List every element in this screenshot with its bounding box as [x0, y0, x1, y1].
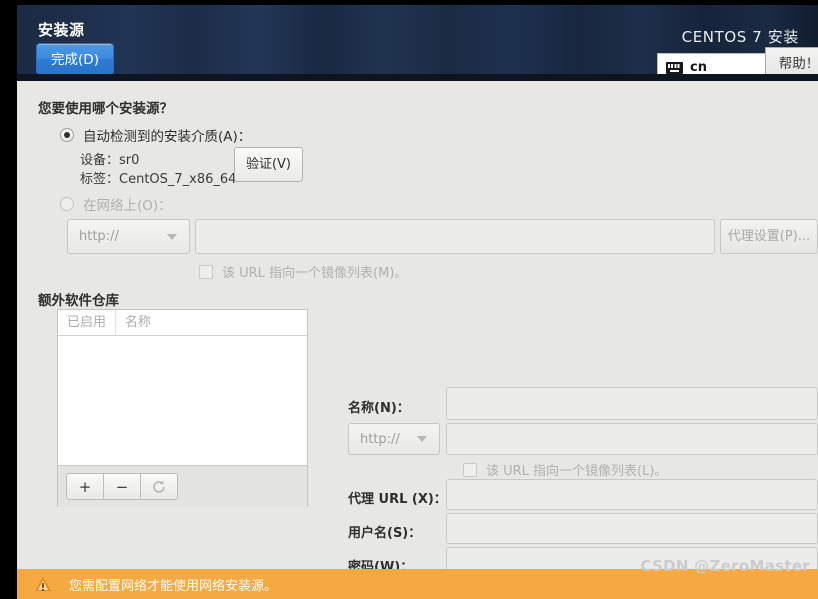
network-mirrorlist-label: 该 URL 指向一个镜像列表(M)。 — [222, 266, 408, 281]
repo-username-label: 用户名(S)： — [348, 526, 422, 541]
chevron-down-icon-repo — [417, 436, 427, 442]
source-question-label: 您要使用哪个安装源？ — [38, 101, 173, 117]
repo-column-enabled: 已启用 — [58, 310, 116, 335]
refresh-icon — [153, 479, 165, 493]
network-mirrorlist-checkbox[interactable] — [199, 264, 213, 279]
remove-repo-button[interactable]: − — [103, 473, 141, 500]
network-url-input[interactable] — [195, 219, 715, 254]
header-bar: 安装源 完成(D) CENTOS 7 安装 cn 帮助！ — [17, 5, 818, 81]
repo-protocol-value: http:// — [360, 431, 400, 447]
repo-list-toolbar: + − — [58, 465, 307, 507]
device-line: 设备：sr0 — [80, 153, 140, 168]
auto-detect-radio-row[interactable]: 自动检测到的安装介质(A)： — [60, 125, 251, 145]
screen: 安装源 完成(D) CENTOS 7 安装 cn 帮助！ 您要使用哪个安装源？ … — [0, 0, 818, 599]
network-protocol-value: http:// — [79, 229, 119, 244]
keyboard-icon — [666, 61, 683, 74]
warning-triangle-icon — [35, 577, 51, 591]
watermark: CSDN @ZeroMaster — [640, 557, 810, 575]
network-mirrorlist-row[interactable]: 该 URL 指向一个镜像列表(M)。 — [199, 262, 407, 281]
device-label-line: 标签：CentOS_7_x86_64 — [80, 172, 237, 187]
device-info-block: 设备：sr0 标签：CentOS_7_x86_64 — [80, 151, 236, 189]
warning-message: 您需配置网络才能使用网络安装源。 — [69, 578, 278, 594]
help-button[interactable]: 帮助！ — [765, 47, 818, 81]
network-label: 在网络上(O)： — [83, 198, 172, 214]
installer-window: 安装源 完成(D) CENTOS 7 安装 cn 帮助！ 您要使用哪个安装源？ … — [17, 5, 818, 599]
repo-list-header: 已启用 名称 — [58, 310, 307, 336]
content-area: 您要使用哪个安装源？ 自动检测到的安装介质(A)： 设备：sr0 标签：Cent… — [17, 81, 818, 578]
network-radio-row[interactable]: 在网络上(O)： — [60, 194, 172, 214]
repo-protocol-select[interactable]: http:// — [348, 423, 440, 455]
repo-mirrorlist-label: 该 URL 指向一个镜像列表(L)。 — [486, 464, 668, 479]
network-protocol-select[interactable]: http:// — [67, 219, 190, 254]
auto-detect-radio[interactable] — [60, 128, 74, 142]
done-button[interactable]: 完成(D) — [36, 43, 114, 75]
repo-proxy-url-label: 代理 URL (X)： — [348, 492, 447, 507]
add-repo-button[interactable]: + — [66, 473, 104, 500]
repo-name-input[interactable] — [446, 387, 818, 420]
proxy-settings-button[interactable]: 代理设置(P)... — [720, 219, 818, 254]
repo-username-input[interactable] — [446, 513, 818, 544]
extra-repos-title: 额外软件仓库 — [38, 293, 119, 309]
repo-mirrorlist-row[interactable]: 该 URL 指向一个镜像列表(L)。 — [463, 460, 667, 479]
keyboard-layout-label: cn — [690, 60, 707, 75]
chevron-down-icon — [167, 233, 177, 240]
repo-column-name: 名称 — [125, 315, 152, 330]
verify-button[interactable]: 验证(V) — [234, 147, 303, 182]
repo-url-input[interactable] — [446, 423, 818, 455]
auto-detect-label: 自动检测到的安装介质(A)： — [83, 129, 252, 145]
repo-list-body[interactable] — [58, 336, 307, 465]
repo-name-label: 名称(N)： — [348, 401, 410, 416]
reset-repo-button[interactable] — [140, 473, 178, 500]
product-title: CENTOS 7 安装 — [681, 28, 799, 46]
repo-mirrorlist-checkbox[interactable] — [463, 462, 477, 477]
network-radio[interactable] — [60, 197, 74, 211]
keyboard-layout-indicator[interactable]: cn — [657, 53, 766, 81]
repo-proxy-url-input[interactable] — [446, 479, 818, 510]
repo-list-panel: 已启用 名称 + − — [57, 309, 308, 507]
page-title: 安装源 — [38, 21, 85, 39]
